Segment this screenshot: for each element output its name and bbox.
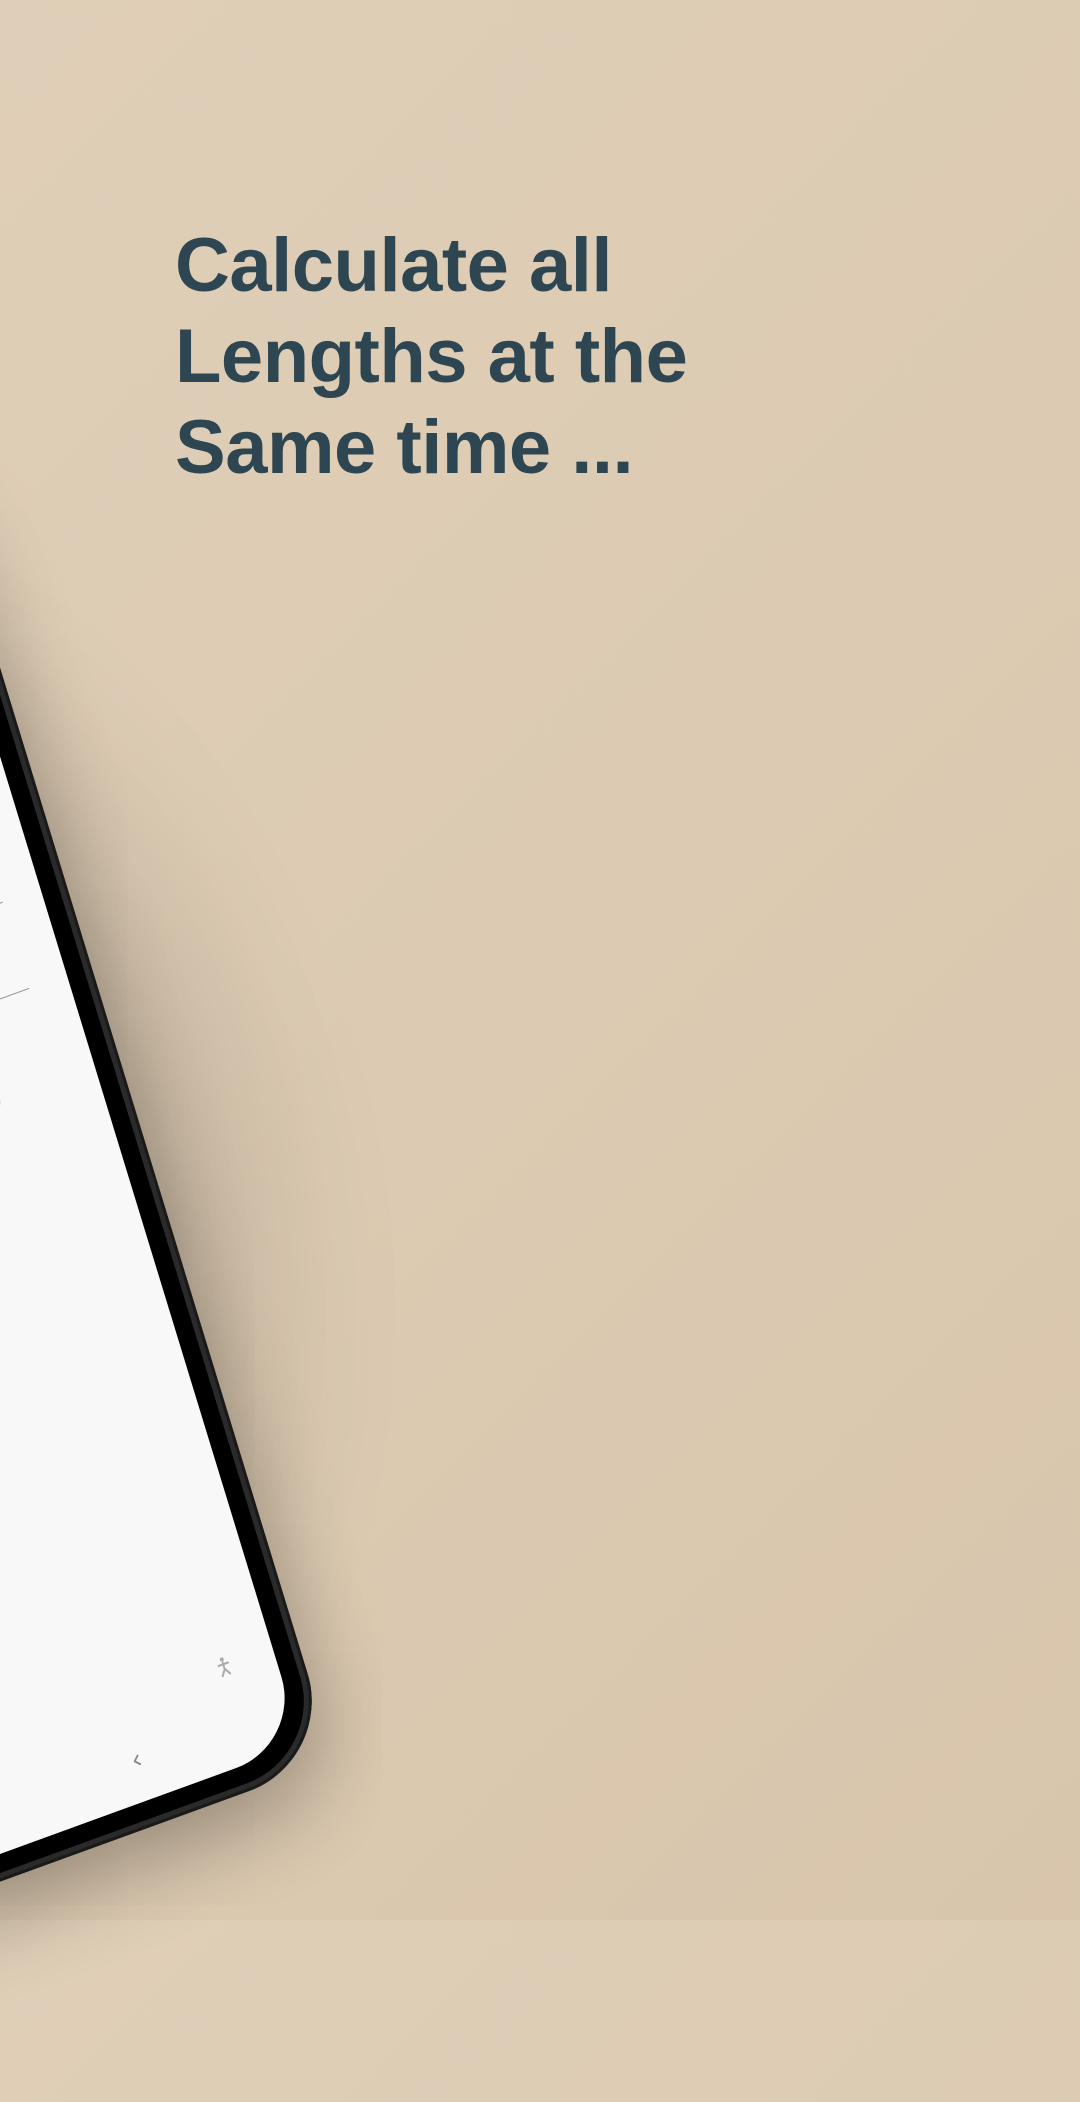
length-value-field[interactable]: 800000001 [0,907,29,1190]
reset-button[interactable]: RESET [0,1042,12,1294]
headline-line-3: Same time ... [175,405,633,490]
headline-line-2: Lengths at the [175,314,687,399]
promo-headline: Calculate all Lengths at the Same time .… [175,220,687,494]
phone-mockup: 800000001 RESET [0,358,532,2102]
nav-back-icon[interactable] [123,1742,149,1779]
headline-line-1: Calculate all [175,223,612,308]
